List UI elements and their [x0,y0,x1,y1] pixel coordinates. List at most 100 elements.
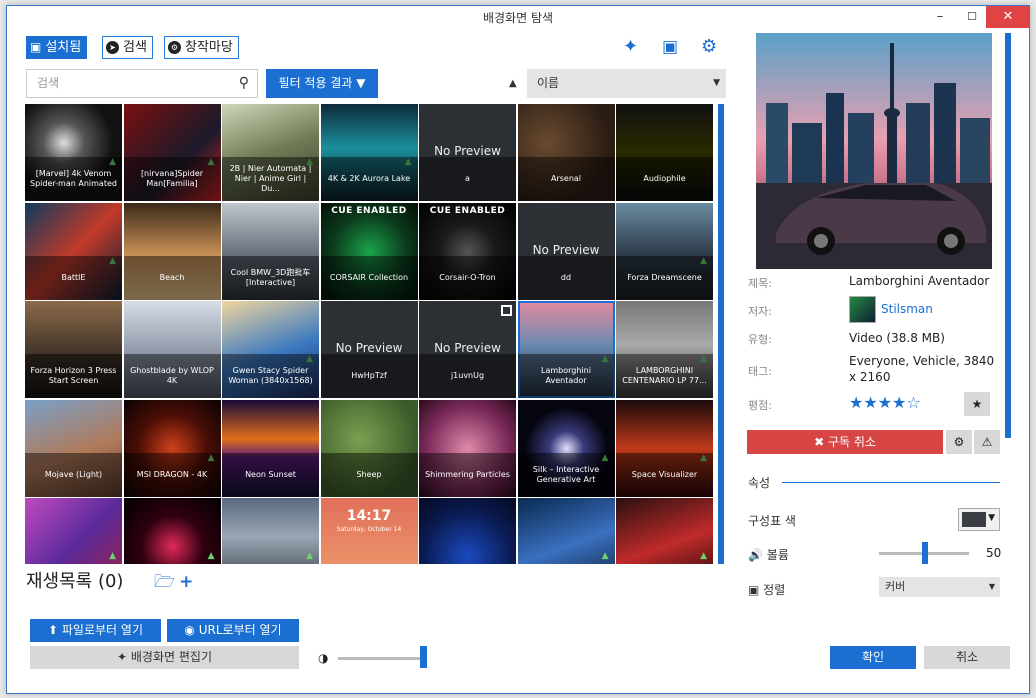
wallpaper-tile[interactable]: ▲ Gwen Stacy Spider Woman (3840x1568) [222,301,319,398]
search-input[interactable]: 검색 ⚲ [26,69,258,98]
tab-installed-label: 설치됨 [45,40,82,55]
report-button[interactable]: ⚠ [974,430,1000,454]
wallpaper-tile[interactable]: ▲ [nirvana]Spider Man[Familia] [123,104,221,201]
favorite-button[interactable]: ★ [964,392,990,416]
open-workshop-button[interactable]: ⚙ [946,430,972,454]
filter-label: 필터 적용 결과 [278,76,353,90]
wallpaper-tile[interactable]: Forza Horizon 3 Press Start Screen [25,301,122,398]
select-checkbox[interactable] [501,305,512,316]
wallpaper-tile[interactable]: No Preview HwHpTzf [320,301,418,398]
wallpaper-tile[interactable]: ▲ Silk – Interactive Generative Art [517,399,615,497]
wallpaper-title: 4K & 2K Aurora Lake [320,157,418,201]
globe-icon: ◉ [184,623,195,637]
maximize-button[interactable]: ☐ [957,6,987,28]
zoom-slider-track[interactable] [338,657,424,660]
ok-button[interactable]: 확인 [830,646,916,669]
no-preview-text: No Preview [335,341,403,355]
wallpaper-tile[interactable]: ▲ [25,498,122,564]
trophy-icon: ▲ [601,551,609,561]
scheme-color-picker[interactable]: ▼ [958,508,1000,531]
tab-installed[interactable]: ▣ 설치됨 [26,36,88,59]
wand-icon[interactable]: ✦ [623,37,638,57]
wallpaper-tile[interactable]: Sheep [320,399,418,497]
wallpaper-tile[interactable]: CUE ENABLED Corsair-O-Tron [419,202,516,300]
wallpaper-tile[interactable]: ▲ [123,498,221,564]
tab-workshop[interactable]: ⚙ 창작마당 [164,36,239,59]
filter-icon: ▼ [356,76,366,90]
open-from-url-button[interactable]: ◉ URL로부터 열기 [167,619,299,642]
wallpaper-title: Audiophile [616,157,713,201]
wallpaper-tile[interactable]: ▲ [222,498,319,564]
close-button[interactable]: ✕ [986,6,1029,28]
wallpaper-tile[interactable]: ▲ 4K & 2K Aurora Lake [320,104,418,201]
filter-button[interactable]: 필터 적용 결과 ▼ [266,69,378,98]
gear-icon[interactable]: ⚙ [701,37,717,57]
wallpaper-tile[interactable]: No Preview dd [517,202,615,300]
author-avatar[interactable] [849,296,876,323]
wallpaper-tile[interactable]: Ghostblade by WLOP 4K [123,301,221,398]
search-icon[interactable]: ⚲ [239,70,249,97]
clock-text: 14:17 [346,508,392,524]
open-from-file-button[interactable]: ⬆ 파일로부터 열기 [30,619,161,642]
details-scrollbar[interactable] [1005,33,1011,438]
minimize-button[interactable]: – [925,6,955,28]
wallpaper-tile[interactable]: ▲ 2B | Nier Automata | Nier | Anime Girl … [222,104,319,201]
wallpaper-tile[interactable]: CUE ENABLED CORSAIR Collection [320,202,418,300]
wallpaper-tile[interactable]: ▲ LAMBORGHINI CENTENARIO LP 77... [616,301,713,398]
grid-scrollbar[interactable] [718,104,724,564]
wallpaper-tile[interactable] [419,498,516,564]
properties-divider [782,482,1000,483]
wallpaper-title: Sheep [320,452,418,497]
wallpaper-tile[interactable]: ▲ BattlE [25,202,122,300]
zoom-slider-thumb[interactable] [420,646,427,668]
tags-label: 태그: [748,365,772,378]
volume-slider-thumb[interactable] [922,542,928,564]
wallpaper-tile[interactable]: Cool BMW_3D跑批车 [Interactive] [222,202,319,300]
search-placeholder: 검색 [37,76,60,90]
no-preview-text: No Preview [532,242,600,257]
no-preview-text: No Preview [434,144,501,158]
wallpaper-tile[interactable]: Shimmering Particles [419,399,516,497]
folder-open-icon[interactable]: 🗁 [154,572,179,592]
monitor-icon[interactable]: ▣ [662,37,678,57]
trophy-icon: ▲ [306,551,313,561]
wallpaper-title: HwHpTzf [320,354,418,398]
wallpaper-title: Beach [123,255,221,300]
wallpaper-tile[interactable]: Neon Sunset [222,399,319,497]
cancel-button[interactable]: 취소 [924,646,1010,669]
wallpaper-tile[interactable]: ▲ [517,498,615,564]
wallpaper-title: Ghostblade by WLOP 4K [123,354,221,398]
wallpaper-tile[interactable]: Beach [123,202,221,300]
plus-icon[interactable]: + [179,572,197,592]
unsubscribe-button[interactable]: ✖ 구독 취소 [747,430,943,454]
wallpaper-tile[interactable]: Audiophile [616,104,713,201]
wallpaper-tile[interactable]: No Preview a [419,104,516,201]
wallpaper-tile[interactable]: ▲ [616,498,713,564]
grid-scrollbar-thumb[interactable] [718,104,724,564]
sort-direction-icon[interactable]: ▲ [509,78,517,89]
chevron-down-icon: ▼ [988,513,995,523]
rating-stars: ★★★★☆ [849,393,921,412]
wallpaper-tile[interactable]: Arsenal [517,104,615,201]
sort-select[interactable]: 이름 ▼ [527,69,726,98]
wallpaper-tile[interactable]: ▲ Space Visualizer [616,399,713,497]
author-link[interactable]: Stilsman [881,302,933,316]
wallpaper-title: 2B | Nier Automata | Nier | Anime Girl |… [222,157,319,201]
wallpaper-tile[interactable]: ▲ Lamborghini Aventador [517,301,615,398]
wallpaper-tile[interactable]: Mojave (Light) [25,399,122,497]
tab-search[interactable]: ➤ 검색 [102,36,153,59]
wallpaper-tile[interactable]: No Preview j1uvnUg [419,301,516,398]
save-icon: ▣ [30,40,42,54]
alignment-select[interactable]: 커버 ▼ [879,577,1000,597]
volume-label: 볼륨 [766,548,789,562]
wallpaper-browser-window: 배경화면 탐색 – ☐ ✕ ▣ 설치됨 ➤ 검색 ⚙ 창작마당 ✦ ▣ ⚙ 검색… [6,5,1030,694]
wallpaper-tile[interactable]: ▲ [Marvel] 4k Venom Spider-man Animated [25,104,122,201]
wallpaper-tile[interactable]: 14:17 Saturday, October 14 [320,498,418,564]
compass-icon: ➤ [106,41,119,54]
wallpaper-tile[interactable]: ▲ Forza Dreamscene [616,202,713,300]
open-from-url-label: URL로부터 열기 [198,623,282,637]
unsubscribe-label: 구독 취소 [827,435,876,449]
wallpaper-title: [Marvel] 4k Venom Spider-man Animated [25,157,122,201]
wallpaper-editor-button[interactable]: ✦ 배경화면 편집기 [30,646,299,669]
wallpaper-tile[interactable]: ▲ MSI DRAGON - 4K [123,399,221,497]
